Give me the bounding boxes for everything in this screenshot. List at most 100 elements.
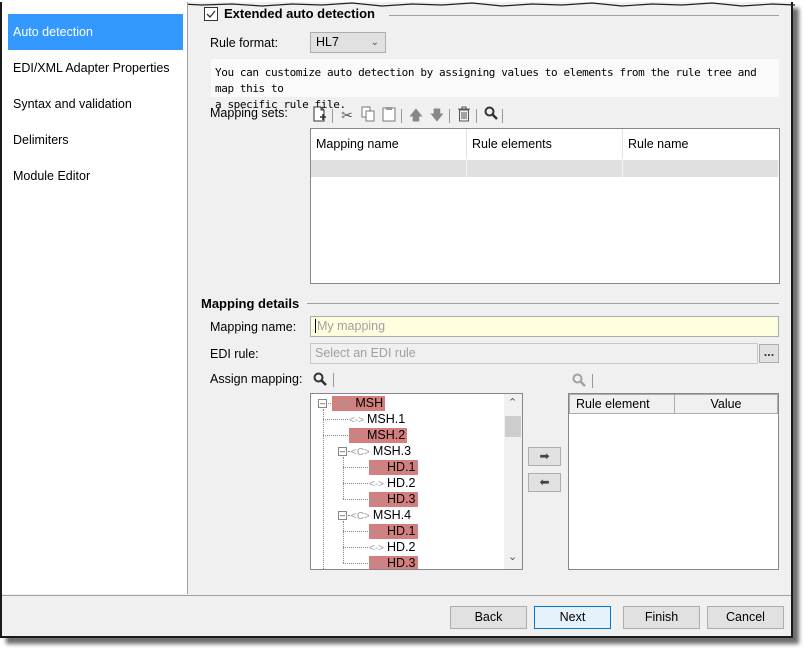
assign-right-button[interactable]: ➡ — [528, 447, 561, 466]
tree-node-label: HD.3 — [387, 556, 416, 570]
next-button[interactable]: Next — [534, 606, 611, 629]
element-icon: <-> — [369, 559, 385, 570]
tree-node-hd-3[interactable]: <-> HD.3 — [369, 556, 418, 570]
content-panel: Extended auto detection Rule format: HL7… — [189, 2, 791, 594]
wizard-window: Auto detection EDI/XML Adapter Propertie… — [0, 2, 795, 638]
move-up-icon[interactable]: 🡅 — [407, 106, 425, 124]
cut-icon[interactable]: ✂ — [338, 106, 356, 124]
assign-left-button[interactable]: ⬅ — [528, 473, 561, 492]
tree-node-hd-2[interactable]: <-> HD.2 — [369, 540, 416, 555]
sidebar-item-delimiters[interactable]: Delimiters — [8, 122, 183, 158]
rule-format-value: HL7 — [316, 35, 339, 49]
table-row[interactable] — [311, 160, 467, 177]
tree-search-icon[interactable] — [313, 372, 327, 389]
toolbar-separator — [449, 109, 450, 123]
tree-connector — [343, 499, 368, 500]
column-header-rule-elements[interactable]: Rule elements — [467, 129, 623, 159]
tree-node-hd-3[interactable]: <-> HD.3 — [369, 492, 418, 507]
segment-icon: <S> — [334, 399, 353, 410]
column-header-rule-name[interactable]: Rule name — [623, 129, 779, 159]
tree-node-label: HD.2 — [387, 476, 416, 490]
mapping-sets-label: Mapping sets: — [210, 106, 288, 120]
column-header-value[interactable]: Value — [674, 394, 778, 414]
arrow-right-icon: ➡ — [539, 449, 550, 463]
scroll-up-icon[interactable]: ⌃ — [508, 396, 517, 409]
scrollbar-thumb[interactable] — [505, 416, 521, 437]
element-icon: <-> — [369, 463, 385, 474]
tree-node-label: HD.1 — [387, 460, 416, 474]
tree-connector — [323, 435, 348, 436]
tree-node-label: MSH.1 — [367, 412, 406, 426]
search-icon[interactable] — [482, 106, 500, 124]
paste-icon[interactable] — [380, 106, 398, 124]
table-row[interactable] — [623, 160, 779, 177]
table-row[interactable] — [467, 160, 623, 177]
info-text: You can customize auto detection by assi… — [211, 59, 779, 111]
edi-rule-input[interactable]: Select an EDI rule — [310, 343, 758, 364]
tree-node-label: MSH — [355, 396, 384, 410]
tree-node-msh[interactable]: <S> MSH — [332, 396, 386, 411]
tree-node-msh-1[interactable]: <-> MSH.1 — [349, 412, 405, 427]
tree-node-label: MSH.3 — [372, 444, 412, 458]
element-icon: <-> — [349, 415, 365, 426]
sidebar-item-auto-detection[interactable]: Auto detection — [8, 14, 183, 50]
toolbar-separator — [332, 109, 333, 123]
sidebar-item-module-editor[interactable]: Module Editor — [8, 158, 183, 194]
element-icon: <-> — [369, 495, 385, 506]
element-icon: <-> — [369, 543, 385, 554]
tree-node-hd-2[interactable]: <-> HD.2 — [369, 476, 416, 491]
tree-node-msh-4[interactable]: <C> MSH.4 — [351, 508, 411, 523]
new-icon[interactable] — [311, 106, 329, 124]
tree-node-label: MSH.4 — [372, 508, 412, 522]
tree-node-label: HD.1 — [387, 524, 416, 538]
cancel-button[interactable]: Cancel — [707, 606, 784, 629]
delete-icon[interactable] — [455, 106, 473, 124]
sidebar-item-syntax-and-validation[interactable]: Syntax and validation — [8, 86, 183, 122]
copy-icon[interactable] — [359, 106, 377, 124]
element-icon: <-> — [349, 431, 365, 442]
info-text-line-1: You can customize auto detection by assi… — [215, 66, 757, 95]
tree-node-msh-2[interactable]: <-> MSH.2 — [349, 428, 408, 443]
collapse-icon[interactable]: – — [338, 511, 347, 520]
rule-format-select[interactable]: HL7 ⌄ — [310, 32, 386, 53]
chevron-down-icon: ⌄ — [370, 37, 379, 48]
group-divider — [389, 15, 779, 16]
toolbar-separator — [333, 373, 334, 387]
toolbar-separator — [502, 109, 503, 123]
wizard-footer: Back Next Finish Cancel — [2, 595, 791, 636]
tree-node-label: HD.2 — [387, 540, 416, 554]
extended-auto-detection-checkbox[interactable] — [204, 7, 218, 21]
tree-node-label: MSH.2 — [367, 428, 406, 442]
sidebar-item-edi-xml-adapter-properties[interactable]: EDI/XML Adapter Properties — [8, 50, 183, 86]
rule-tree[interactable]: – <S> MSH <-> MSH.1 <-> MSH.2 – <C> MSH.3 <-… — [310, 393, 523, 570]
tree-node-hd-1[interactable]: <-> HD.1 — [369, 524, 418, 539]
move-down-icon[interactable]: 🡇 — [428, 106, 446, 124]
tree-scrollbar[interactable]: ⌃ ⌄ — [504, 394, 522, 569]
mapping-name-input[interactable]: My mapping — [310, 316, 779, 337]
arrow-left-icon: ⬅ — [539, 475, 550, 489]
browse-button[interactable]: ... — [759, 344, 779, 363]
collapse-icon[interactable]: – — [338, 447, 347, 456]
tree-node-label: HD.3 — [387, 492, 416, 506]
tree-node-hd-1[interactable]: <-> HD.1 — [369, 460, 418, 475]
mapping-sets-grid[interactable]: Mapping name Rule elements Rule name — [310, 128, 780, 284]
section-divider — [307, 303, 779, 304]
toolbar-separator — [401, 109, 402, 123]
tree-node-msh-3[interactable]: <C> MSH.3 — [351, 444, 411, 459]
tree-connector — [343, 547, 368, 548]
right-search-icon[interactable] — [572, 373, 586, 390]
element-icon: <-> — [369, 479, 385, 490]
collapse-icon[interactable]: – — [318, 399, 327, 408]
scroll-down-icon[interactable]: ⌄ — [508, 550, 517, 563]
rule-element-table[interactable]: Rule element Value — [568, 393, 779, 570]
tree-connector — [343, 563, 368, 564]
composite-icon: <C> — [351, 447, 370, 458]
edi-rule-label: EDI rule: — [210, 347, 259, 361]
tree-connector — [323, 409, 324, 569]
finish-button[interactable]: Finish — [623, 606, 700, 629]
column-header-rule-element[interactable]: Rule element — [569, 394, 675, 414]
back-button[interactable]: Back — [450, 606, 527, 629]
assign-mapping-label: Assign mapping: — [210, 372, 303, 386]
tree-connector — [343, 457, 344, 499]
column-header-mapping-name[interactable]: Mapping name — [311, 129, 467, 159]
